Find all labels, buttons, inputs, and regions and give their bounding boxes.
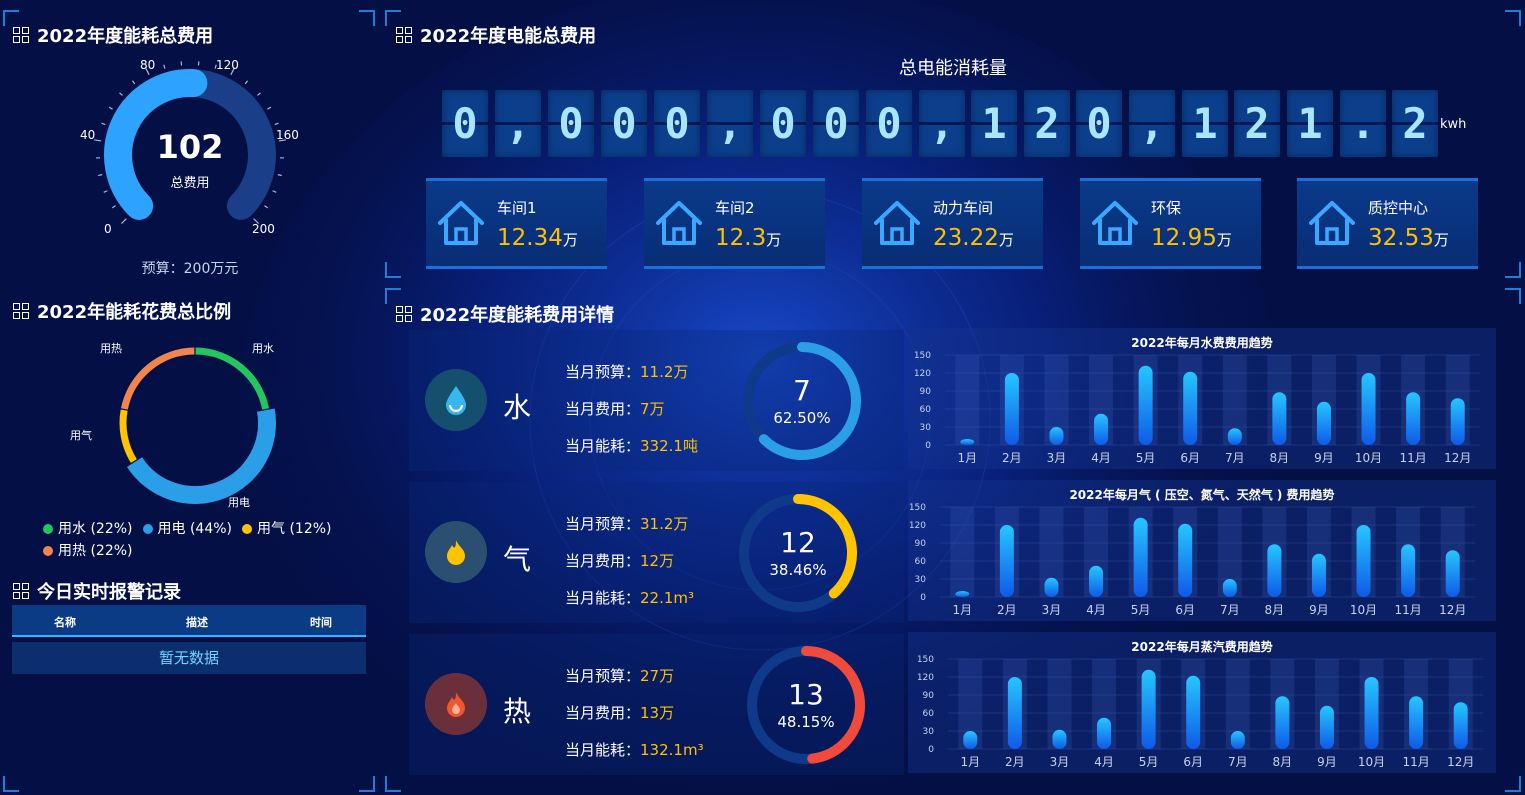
bar-10月: [1361, 373, 1376, 445]
bar-5月: [1138, 365, 1153, 445]
y-tick-label: 0: [925, 441, 931, 451]
x-tick-label: 2月: [1005, 755, 1025, 769]
bar-6月: [1186, 675, 1201, 749]
x-tick-label: 6月: [1183, 755, 1203, 769]
monthly-bar-charts: 0 30 60 90 120 150 1月 2月 3月 4月 5月 6月 7月 8月 9月 10月 11月 12月…: [909, 351, 1483, 769]
x-tick-label: 11月: [1394, 603, 1421, 617]
x-tick-label: 7月: [1228, 755, 1248, 769]
bar-8月: [1275, 696, 1290, 749]
bar-5月: [1141, 669, 1156, 749]
bar-3月: [1049, 427, 1064, 445]
y-tick-label: 60: [915, 557, 927, 567]
y-tick-label: 60: [923, 709, 935, 719]
x-tick-label: 1月: [957, 451, 977, 465]
bar-2月: [999, 525, 1014, 597]
bar-11月: [1406, 392, 1421, 445]
bar-4月: [1094, 413, 1109, 445]
x-tick-label: 4月: [1094, 755, 1114, 769]
bar-12月: [1445, 550, 1460, 597]
bar-2月: [1007, 677, 1022, 749]
y-tick-label: 150: [914, 351, 931, 361]
x-tick-label: 11月: [1399, 451, 1426, 465]
y-tick-label: 120: [917, 673, 934, 683]
y-tick-label: 120: [914, 369, 931, 379]
bar-5月: [1133, 517, 1148, 597]
x-tick-label: 10月: [1358, 755, 1385, 769]
x-tick-label: 5月: [1131, 603, 1151, 617]
bar-7月: [1230, 731, 1245, 749]
x-tick-label: 10月: [1350, 603, 1377, 617]
bar-background: [950, 507, 975, 597]
x-tick-label: 7月: [1225, 451, 1245, 465]
bar-12月: [1450, 398, 1465, 445]
bar-7月: [1227, 428, 1242, 445]
x-tick-label: 8月: [1265, 603, 1285, 617]
bar-1月: [955, 591, 970, 597]
bar-4月: [1089, 565, 1104, 597]
x-tick-label: 9月: [1317, 755, 1337, 769]
bar-7月: [1222, 579, 1237, 597]
bar-1月: [960, 439, 975, 445]
y-tick-label: 150: [917, 655, 934, 665]
bar-11月: [1401, 544, 1416, 597]
y-tick-label: 0: [920, 593, 926, 603]
x-tick-label: 1月: [952, 603, 972, 617]
y-tick-label: 90: [915, 539, 927, 549]
x-tick-label: 5月: [1136, 451, 1156, 465]
bar-12月: [1453, 702, 1468, 749]
y-tick-label: 30: [915, 575, 927, 585]
x-tick-label: 3月: [1050, 755, 1070, 769]
x-tick-label: 2月: [1002, 451, 1022, 465]
bar-8月: [1272, 392, 1287, 445]
bar-6月: [1183, 371, 1198, 445]
bar-3月: [1044, 577, 1059, 597]
x-tick-label: 3月: [1047, 451, 1067, 465]
x-tick-label: 5月: [1139, 755, 1159, 769]
x-tick-label: 2月: [997, 603, 1017, 617]
x-tick-label: 12月: [1447, 755, 1474, 769]
x-tick-label: 6月: [1180, 451, 1200, 465]
bar-1月: [963, 731, 978, 749]
bar-9月: [1319, 705, 1334, 749]
x-tick-label: 3月: [1042, 603, 1062, 617]
x-tick-label: 4月: [1086, 603, 1106, 617]
bar-3月: [1052, 729, 1067, 749]
bar-background: [955, 355, 980, 445]
bar-8月: [1267, 544, 1282, 597]
y-tick-label: 90: [923, 691, 935, 701]
y-tick-label: 0: [928, 745, 934, 755]
bar-9月: [1316, 401, 1331, 445]
bar-11月: [1409, 696, 1424, 749]
y-tick-label: 30: [923, 727, 935, 737]
y-tick-label: 150: [909, 503, 926, 513]
x-tick-label: 8月: [1270, 451, 1290, 465]
y-tick-label: 60: [920, 405, 932, 415]
x-tick-label: 1月: [960, 755, 980, 769]
x-tick-label: 12月: [1439, 603, 1466, 617]
x-tick-label: 8月: [1273, 755, 1293, 769]
bar-4月: [1097, 717, 1112, 749]
y-tick-label: 30: [920, 423, 932, 433]
x-tick-label: 9月: [1314, 451, 1334, 465]
x-tick-label: 7月: [1220, 603, 1240, 617]
bar-6月: [1178, 523, 1193, 597]
x-tick-label: 11月: [1402, 755, 1429, 769]
x-tick-label: 12月: [1444, 451, 1471, 465]
bar-10月: [1364, 677, 1379, 749]
y-tick-label: 90: [920, 387, 932, 397]
bar-10月: [1356, 525, 1371, 597]
bar-2月: [1004, 373, 1019, 445]
x-tick-label: 6月: [1175, 603, 1195, 617]
x-tick-label: 4月: [1091, 451, 1111, 465]
x-tick-label: 10月: [1355, 451, 1382, 465]
y-tick-label: 120: [909, 521, 926, 531]
bar-9月: [1311, 553, 1326, 597]
x-tick-label: 9月: [1309, 603, 1329, 617]
